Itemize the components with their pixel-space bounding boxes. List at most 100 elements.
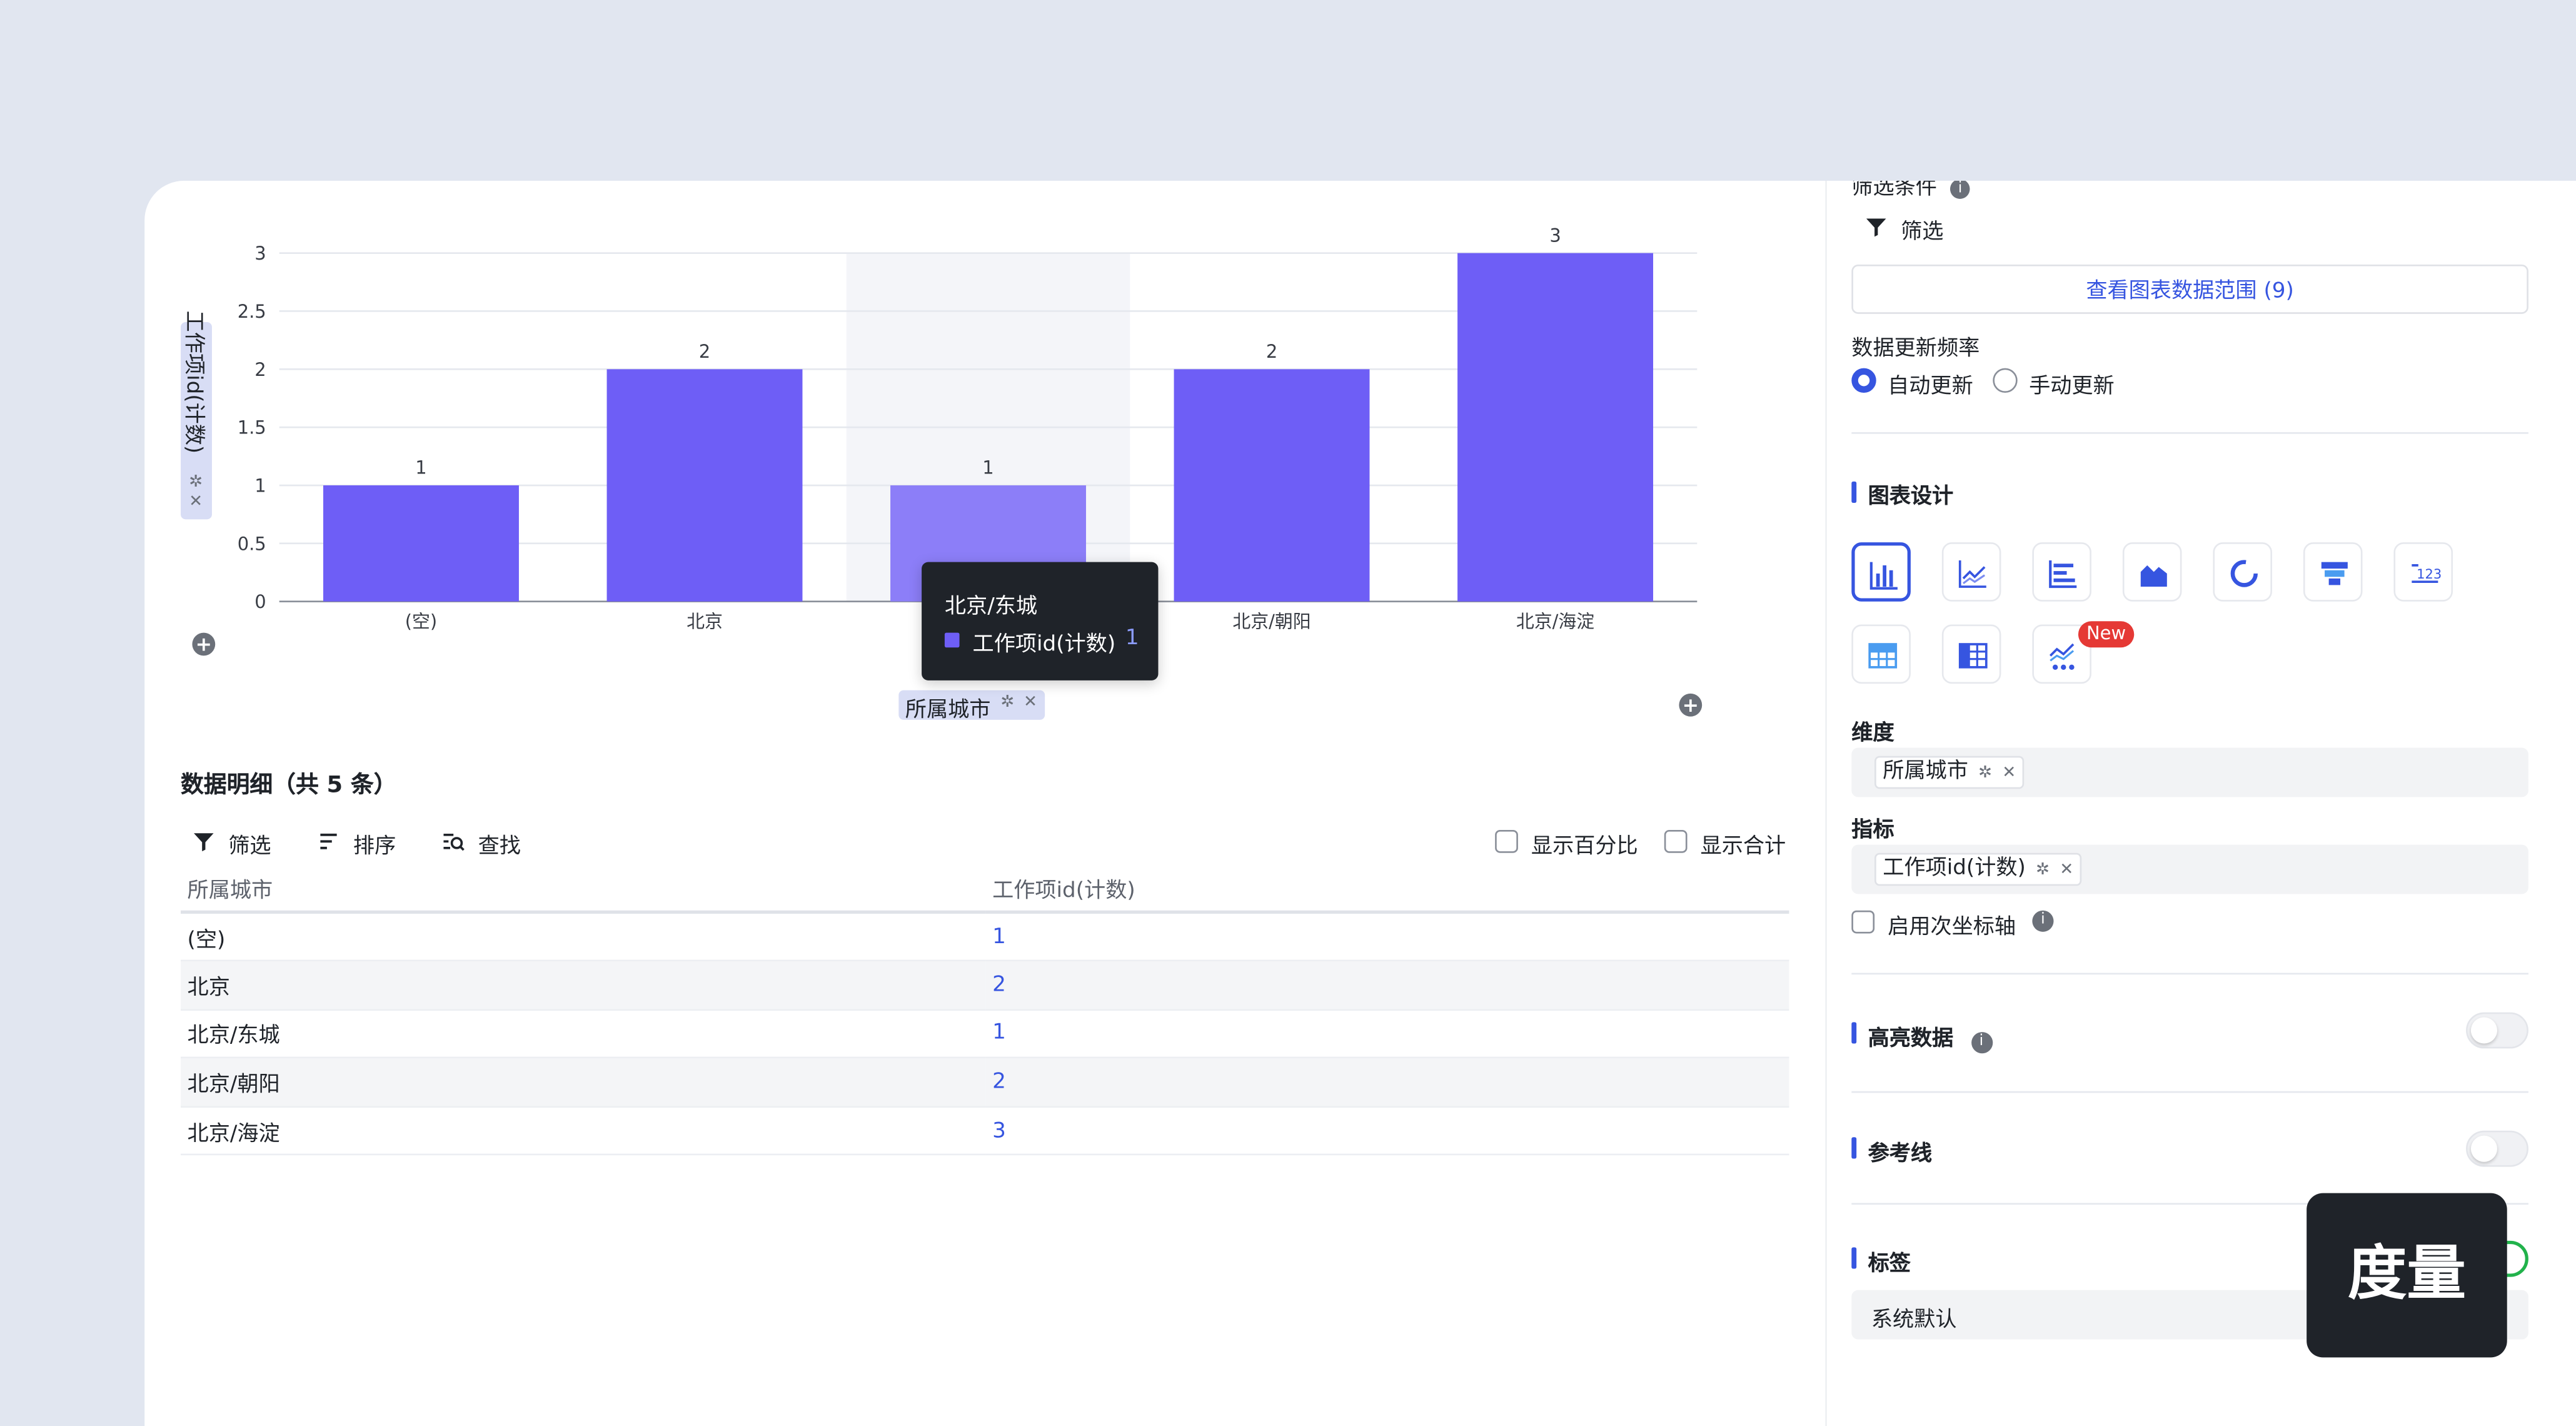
section-marker [1851,1137,1857,1159]
chart-type-bar[interactable] [1851,542,1911,602]
bar[interactable] [606,369,803,602]
measure-tag-label: 工作项id(计数) [1883,856,2026,881]
bar[interactable] [1457,253,1654,602]
divider [1851,973,2528,975]
svg-text:123: 123 [2417,566,2441,582]
section-marker [1851,481,1857,503]
y-axis-settings-icon[interactable]: ✲ [189,473,203,492]
chart-type-line[interactable] [1941,542,2001,602]
toggle-knob [2470,1135,2497,1162]
tooltip-title: 北京/东城 [944,595,1038,620]
chart-type-area[interactable] [2122,542,2182,602]
find-icon [443,833,465,851]
manual-update-radio-dot[interactable] [1993,368,2018,393]
bar-value-label: 2 [1266,341,1277,362]
measure-remove-icon[interactable]: ✕ [2060,861,2073,879]
cell-city: 北京/朝阳 [181,1058,986,1108]
y-tick-label: 3 [254,243,266,264]
combo-chart-icon [2049,643,2075,670]
x-axis-remove-icon[interactable]: ✕ [1024,694,1037,712]
cell-city: (空) [181,912,986,962]
x-axis-field-pill[interactable]: 所属城市 ✲ ✕ [898,690,1045,723]
measure-settings-icon[interactable]: ✲ [2036,861,2050,879]
chart-type-pivot-table[interactable] [1941,624,2001,684]
highlight-data-label: 高亮数据 [1868,1027,1954,1052]
add-y-field-icon[interactable]: + [192,632,216,656]
cell-count[interactable]: 1 [985,1009,1789,1059]
x-axis-settings-icon[interactable]: ✲ [1000,694,1014,712]
chart-type-table[interactable] [1851,624,1911,684]
view-data-range-button[interactable]: 查看图表数据范围 (9) [1851,265,2528,314]
bar-value-label: 3 [1549,225,1561,246]
cell-count[interactable]: 2 [985,1058,1789,1108]
table-row: 北京 2 [181,961,1789,1011]
y-tick-label: 2 [254,359,266,380]
column-header-city[interactable]: 所属城市 [181,866,986,914]
show-total-box[interactable] [1664,829,1688,853]
measure-field[interactable]: 工作项id(计数) ✲ ✕ [1851,844,2528,894]
info-icon[interactable]: i [1950,181,1970,199]
cell-count[interactable]: 3 [985,1106,1789,1156]
section-marker [1851,1022,1857,1044]
bar-value-label: 2 [699,341,710,362]
sort-icon [320,833,337,849]
show-percent-label: 显示百分比 [1531,834,1638,860]
show-total-label: 显示合计 [1700,834,1786,860]
details-table: 所属城市 工作项id(计数) (空) 1 北京 2 北京/东城 1 北京/朝阳 2 北京… [181,866,1789,1156]
x-tick-label: 北京/海淀 [1516,611,1594,632]
info-icon[interactable]: i [2032,910,2054,932]
show-percent-box[interactable] [1495,829,1518,853]
info-icon[interactable]: i [1970,1032,1993,1054]
bar-value-label: 1 [415,457,426,478]
view-data-range-label: 查看图表数据范围 (9) [2086,279,2294,305]
details-find-label: 查找 [478,834,521,860]
secondary-axis-box[interactable] [1851,910,1875,934]
cell-city: 北京 [181,961,986,1011]
pivot-table-icon [1958,643,1988,669]
y-axis-field-label: 工作项id(计数) [181,310,206,454]
dimension-settings-icon[interactable]: ✲ [1978,764,1992,782]
cell-count[interactable]: 2 [985,961,1789,1011]
cell-count[interactable]: 1 [985,912,1789,962]
dimension-tag[interactable]: 所属城市 ✲ ✕ [1874,756,2025,789]
y-axis-remove-icon[interactable]: ✕ [189,493,203,511]
manual-update-label: 手动更新 [2029,375,2115,400]
number-card-icon: 123 [2412,564,2442,584]
table-row: 北京/海淀 3 [181,1106,1789,1156]
y-tick-label: 0 [254,591,266,612]
measure-badge-label: 度量 [2347,1240,2467,1308]
area-chart-icon [2140,565,2167,587]
bar-chart-icon [1869,562,1898,590]
table-header-row: 所属城市 工作项id(计数) [181,866,1789,914]
dimension-tag-label: 所属城市 [1883,759,1968,784]
panel-filter-label: 筛选 [1901,220,1944,245]
y-axis-field-pill[interactable]: 工作项id(计数) ✲ ✕ [181,311,212,520]
chart-type-donut[interactable] [2213,542,2272,602]
measure-tag[interactable]: 工作项id(计数) ✲ ✕ [1874,852,2082,886]
bar[interactable] [1174,369,1370,602]
toggle-knob [2470,1017,2497,1044]
column-header-count[interactable]: 工作项id(计数) [985,866,1789,914]
dimension-label: 维度 [1851,721,1894,746]
dimension-field[interactable]: 所属城市 ✲ ✕ [1851,747,2528,797]
auto-update-radio-dot[interactable] [1851,368,1876,393]
filter-conditions-heading: 筛选条件 i [1851,181,1970,201]
x-tick-label: 北京 [687,611,723,632]
chart-type-indicator-card[interactable]: 123 [2393,542,2453,602]
secondary-axis-label: 启用次坐标轴 [1888,915,2016,940]
y-tick-label: 1 [254,475,266,497]
reference-line-toggle[interactable] [2466,1130,2528,1167]
highlight-data-heading: 高亮数据 i [1868,1021,1993,1054]
highlight-data-toggle[interactable] [2466,1012,2528,1049]
labels-heading: 标签 [1868,1252,1911,1277]
section-marker [1851,1247,1857,1269]
new-badge-label: New [2086,622,2126,645]
bar[interactable] [323,485,519,602]
chart-type-horizontal-bar[interactable] [2032,542,2091,602]
add-x-field-icon[interactable]: + [1679,693,1703,717]
auto-update-label: 自动更新 [1888,375,1973,400]
chart-type-funnel[interactable] [2303,542,2363,602]
y-tick-label: 0.5 [238,533,266,554]
new-badge: New [2078,621,2135,648]
dimension-remove-icon[interactable]: ✕ [2002,764,2016,782]
